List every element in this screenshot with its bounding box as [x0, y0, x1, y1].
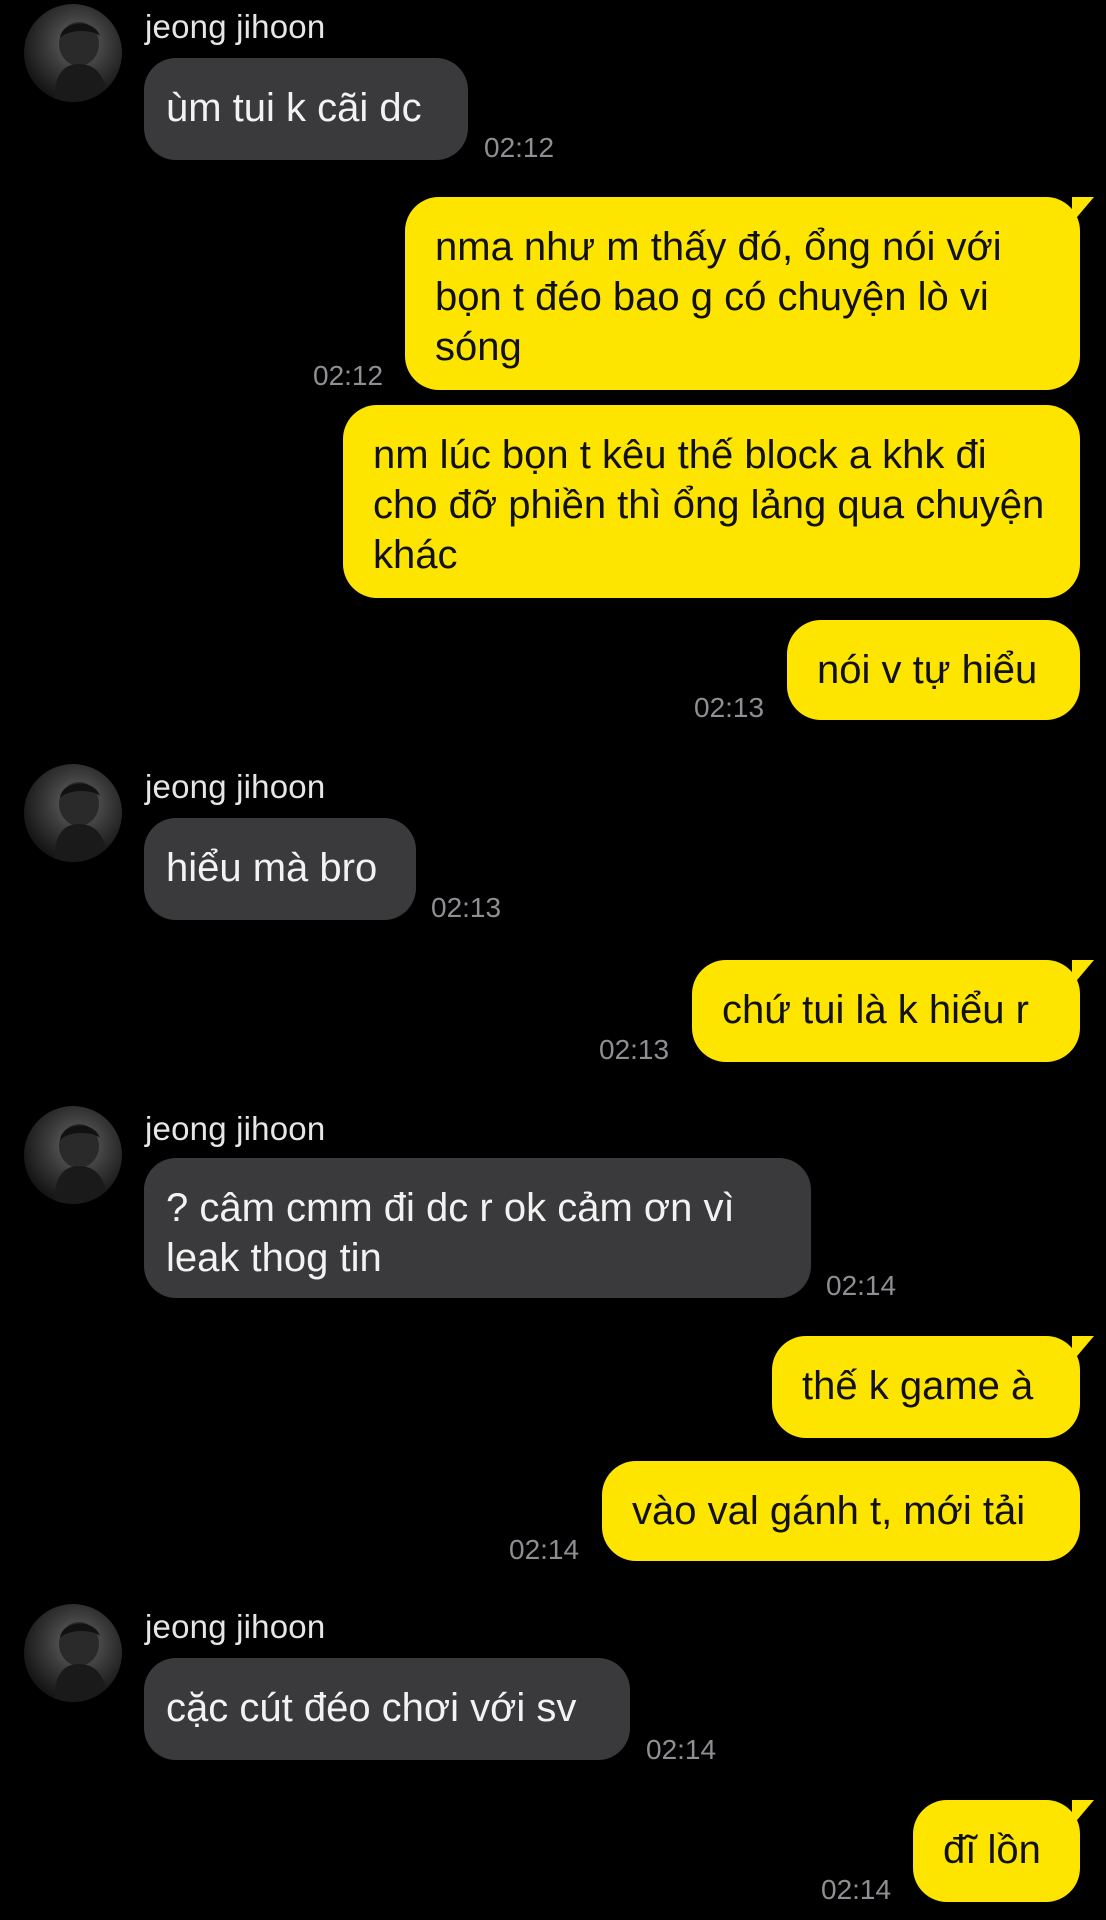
avatar-photo: [54, 782, 108, 862]
outgoing-message-bubble[interactable]: đĩ lồn: [913, 1800, 1094, 1902]
sender-name: jeong jihoon: [145, 768, 326, 805]
outgoing-message-text: nói v tự hiểu: [817, 648, 1038, 692]
outgoing-message-text: nma như m thấy đó, ổng nói với bọn t đéo…: [435, 225, 1002, 369]
avatar-photo: [54, 1124, 108, 1204]
outgoing-message-bubble[interactable]: nm lúc bọn t kêu thế block a khk đi cho …: [343, 405, 1080, 598]
message-timestamp: 02:14: [826, 1270, 897, 1301]
incoming-message-bubble[interactable]: cặc cút đéo chơi với sv: [144, 1658, 630, 1760]
avatar-photo: [54, 1622, 108, 1702]
bubble-tail: [1072, 960, 1094, 986]
message-timestamp: 02:13: [431, 892, 502, 923]
message-timestamp: 02:12: [313, 360, 384, 391]
message-timestamp: 02:14: [646, 1734, 717, 1765]
sender-name: jeong jihoon: [145, 1110, 326, 1147]
outgoing-message-bubble[interactable]: vào val gánh t, mới tải: [602, 1461, 1080, 1561]
sender-name: jeong jihoon: [145, 8, 326, 45]
bubble-tail: [1072, 1336, 1094, 1362]
bubble-tail: [1072, 197, 1094, 223]
message-timestamp: 02:14: [821, 1874, 892, 1905]
incoming-message-bubble[interactable]: ? câm cmm đi dc r ok cảm ơn vì leak thog…: [144, 1158, 811, 1298]
bubble-tail: [1072, 1800, 1094, 1826]
message-timestamp: 02:12: [484, 132, 555, 163]
outgoing-message-bubble[interactable]: thế k game à: [772, 1336, 1094, 1438]
message-timestamp: 02:14: [509, 1534, 580, 1565]
contact-avatar[interactable]: [24, 4, 122, 102]
incoming-message-bubble[interactable]: ùm tui k cãi dc: [144, 58, 468, 160]
outgoing-message-bubble[interactable]: nói v tự hiểu: [787, 620, 1080, 720]
outgoing-message-text: thế k game à: [802, 1364, 1034, 1408]
incoming-message-bubble[interactable]: hiểu mà bro: [144, 818, 416, 920]
contact-avatar[interactable]: [24, 764, 122, 862]
outgoing-message-bubble[interactable]: chứ tui là k hiểu r: [692, 960, 1094, 1062]
outgoing-message-text: đĩ lồn: [943, 1828, 1041, 1872]
contact-avatar[interactable]: [24, 1604, 122, 1702]
message-timestamp: 02:13: [694, 692, 765, 723]
outgoing-message-bubble[interactable]: nma như m thấy đó, ổng nói với bọn t đéo…: [405, 197, 1094, 390]
outgoing-message-text: vào val gánh t, mới tải: [632, 1489, 1026, 1533]
outgoing-message-text: chứ tui là k hiểu r: [722, 988, 1029, 1032]
message-timestamp: 02:13: [599, 1034, 670, 1065]
avatar-photo: [54, 22, 108, 102]
contact-avatar[interactable]: [24, 1106, 122, 1204]
outgoing-message-text: nm lúc bọn t kêu thế block a khk đi cho …: [373, 433, 1045, 577]
sender-name: jeong jihoon: [145, 1608, 326, 1645]
